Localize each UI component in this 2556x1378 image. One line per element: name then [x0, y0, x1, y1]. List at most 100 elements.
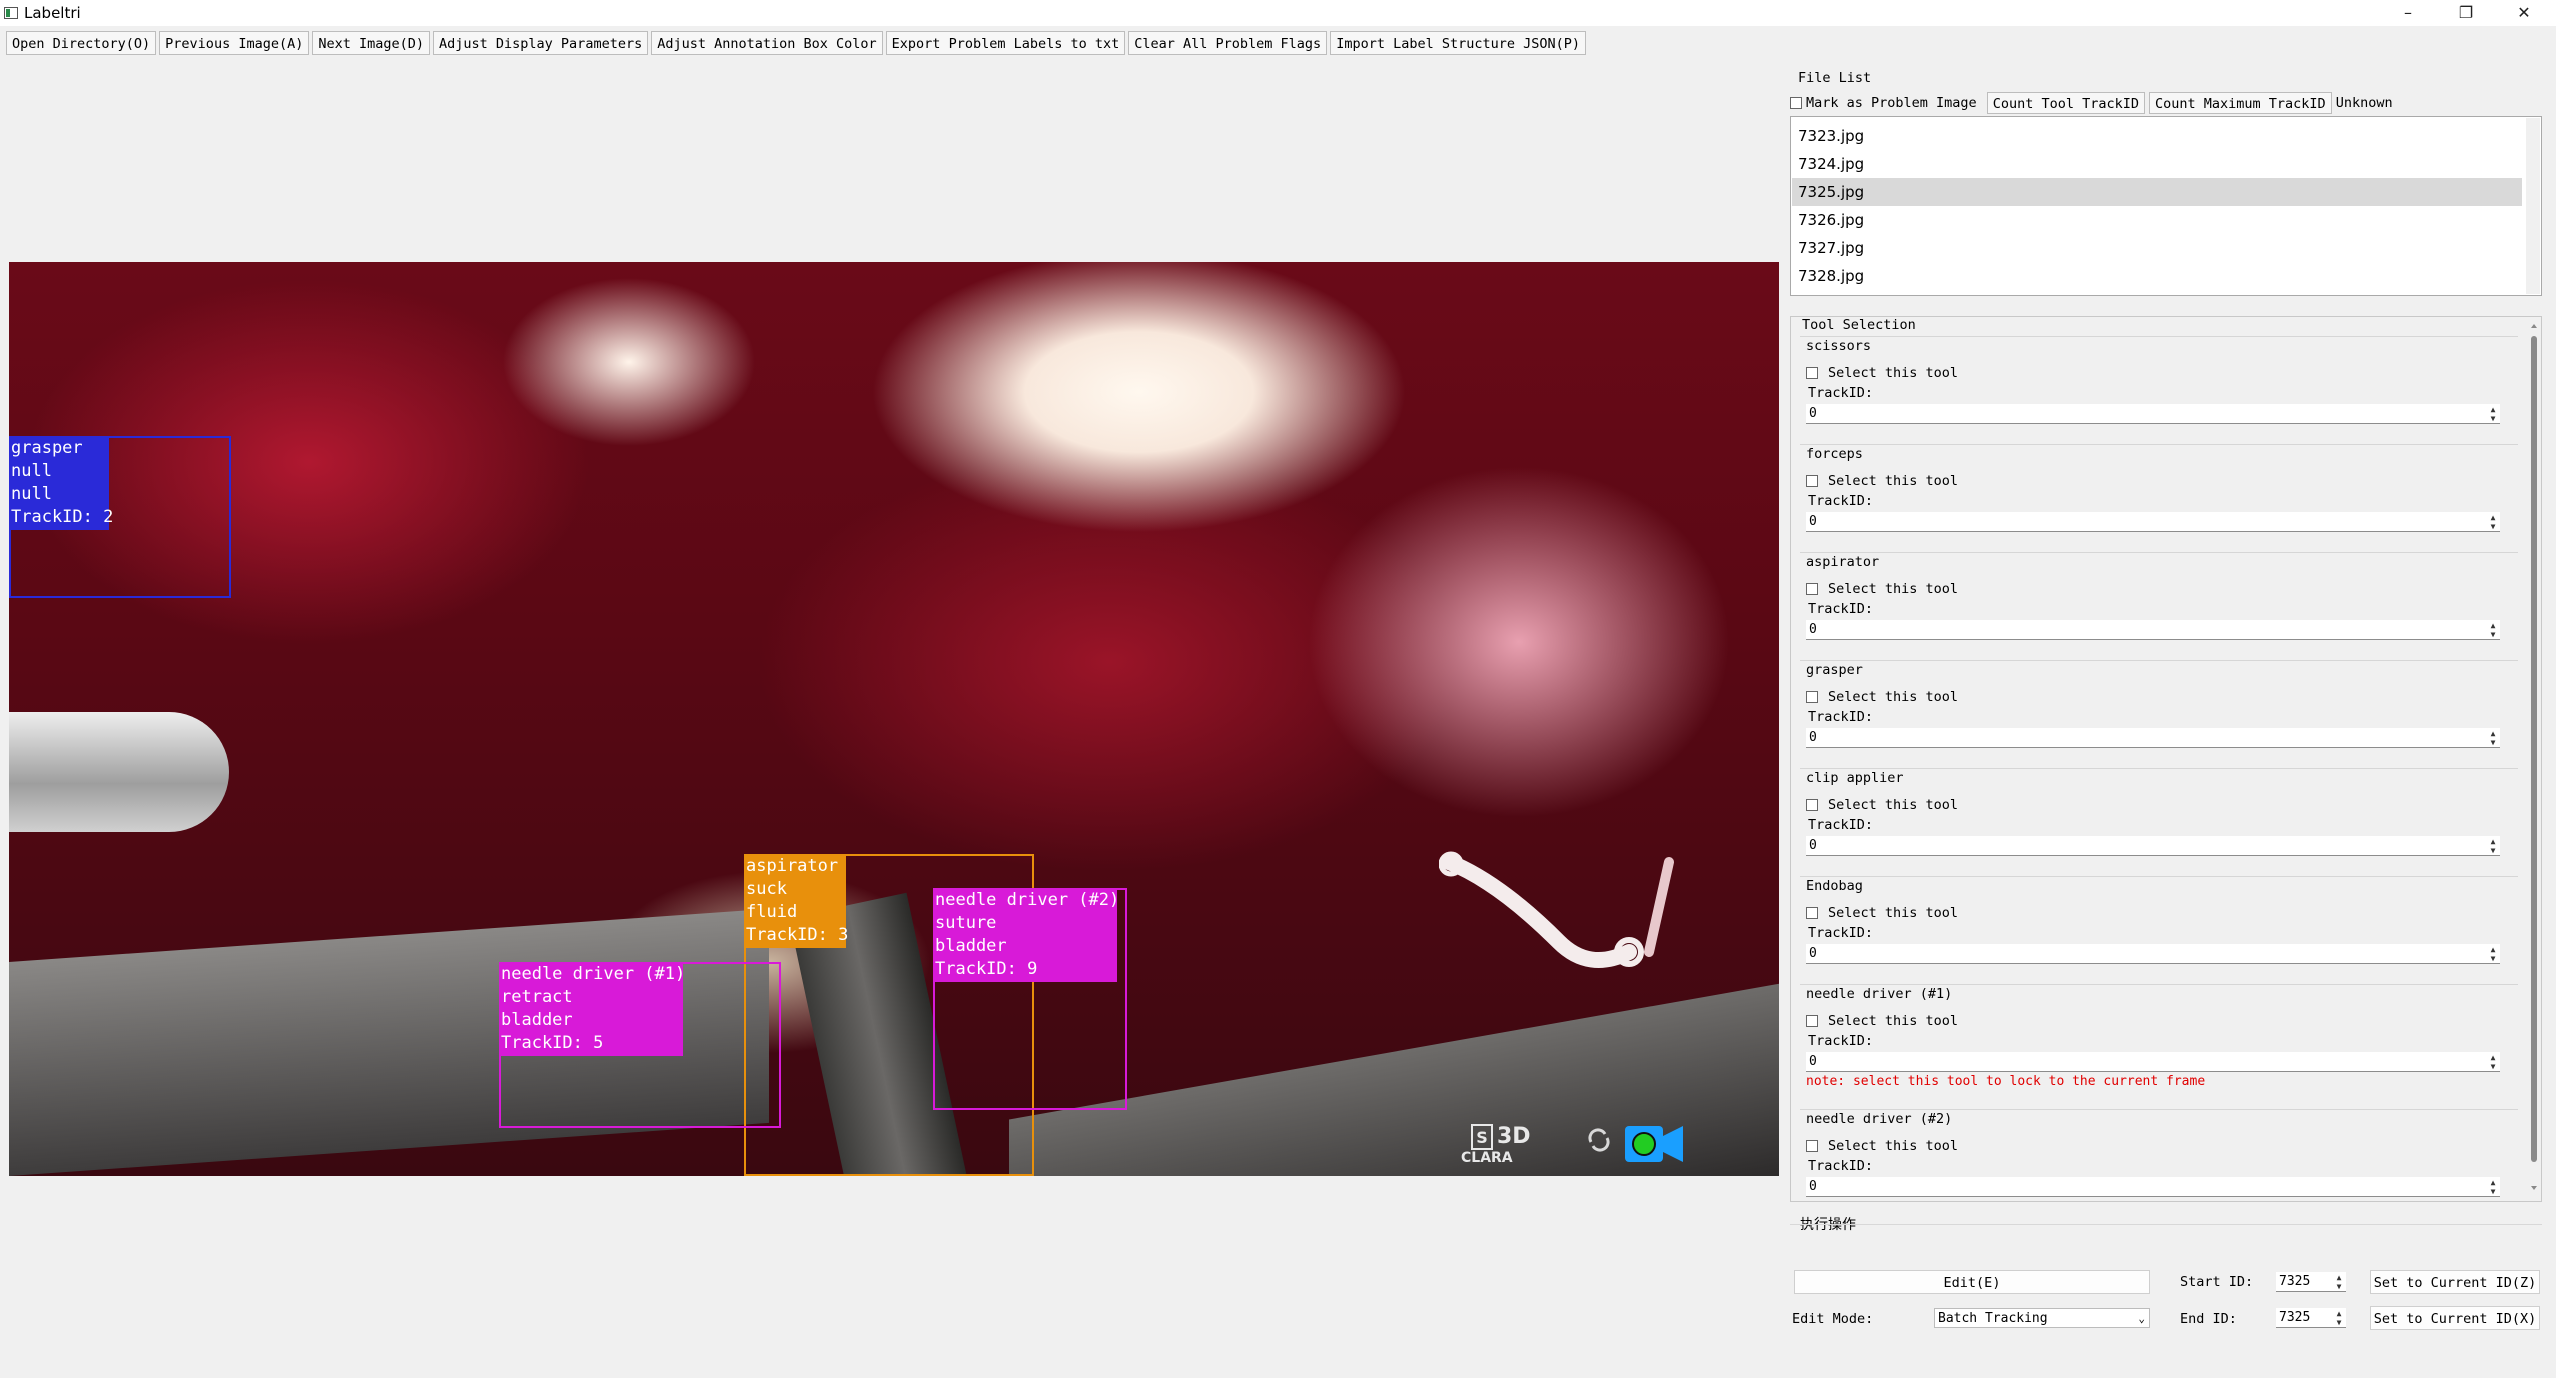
annotation-label-needle-driver-1: needle driver (#1) retract bladder Track…: [499, 962, 685, 1056]
close-icon[interactable]: ✕: [2496, 0, 2552, 26]
select-tool-label: Select this tool: [1828, 1013, 1959, 1029]
spin-arrows-icon[interactable]: ▲ ▼: [2488, 729, 2498, 747]
file-item-selected[interactable]: 7325.jpg: [1792, 178, 2522, 206]
file-list-title: File List: [1798, 70, 1872, 86]
select-tool-checkbox[interactable]: [1806, 367, 1818, 379]
set-start-current-button[interactable]: Set to Current ID(Z): [2370, 1270, 2540, 1294]
trackid-label: TrackID:: [1808, 925, 1874, 941]
trackid-spinbox[interactable]: 0 ▲ ▼: [1806, 1177, 2500, 1197]
spin-arrows-icon[interactable]: ▲ ▼: [2488, 1053, 2498, 1071]
app-icon: [4, 7, 18, 19]
trackid-spinbox[interactable]: 0 ▲ ▼: [1806, 404, 2500, 424]
tool-name-label: Endobag: [1806, 878, 1863, 894]
annotation-box-needle-driver-1[interactable]: needle driver (#1) retract bladder Track…: [499, 962, 781, 1128]
spin-arrows-icon[interactable]: ▲ ▼: [2488, 945, 2498, 963]
tool-divider: [1800, 984, 2518, 985]
tool-panel-scrollbar[interactable]: [2528, 320, 2540, 1200]
trackid-spinbox[interactable]: 0 ▲ ▼: [1806, 836, 2500, 856]
spin-arrows-icon[interactable]: ▲ ▼: [2488, 837, 2498, 855]
image-canvas[interactable]: S 3D CLARA grasper null null TrackID: 2 …: [9, 262, 1779, 1176]
tool-name-label: needle driver (#2): [1806, 1111, 1953, 1127]
start-id-label: Start ID:: [2180, 1274, 2254, 1290]
spin-arrows-icon[interactable]: ▲ ▼: [2334, 1309, 2344, 1327]
set-end-current-button[interactable]: Set to Current ID(X): [2370, 1306, 2540, 1330]
select-tool-checkbox[interactable]: [1806, 799, 1818, 811]
edit-mode-select[interactable]: Batch Tracking ⌄: [1934, 1308, 2150, 1328]
file-item[interactable]: 7327.jpg: [1792, 234, 2522, 262]
tool-name-label: forceps: [1806, 446, 1863, 462]
next-image-button[interactable]: Next Image(D): [312, 31, 431, 55]
spin-arrows-icon[interactable]: ▲ ▼: [2488, 513, 2498, 531]
tool-name-label: clip applier: [1806, 770, 1904, 786]
tool-divider: [1800, 444, 2518, 445]
file-item[interactable]: 7328.jpg: [1792, 262, 2522, 290]
trackid-label: TrackID:: [1808, 601, 1874, 617]
maximize-icon[interactable]: ❐: [2438, 0, 2494, 26]
lock-frame-note: note: select this tool to lock to the cu…: [1806, 1074, 2206, 1089]
trackid-label: TrackID:: [1808, 1158, 1874, 1174]
trackid-spinbox[interactable]: 0 ▲ ▼: [1806, 620, 2500, 640]
adjust-box-color-button[interactable]: Adjust Annotation Box Color: [651, 31, 883, 55]
camera-icon: [1625, 1126, 1683, 1162]
trackid-value: 0: [1809, 946, 1817, 961]
s-logo-icon: S: [1471, 1124, 1493, 1150]
tool-divider: [1800, 660, 2518, 661]
import-label-json-button[interactable]: Import Label Structure JSON(P): [1330, 31, 1587, 55]
previous-image-button[interactable]: Previous Image(A): [159, 31, 310, 55]
tool-name-label: scissors: [1806, 338, 1872, 354]
trackid-spinbox[interactable]: 0 ▲ ▼: [1806, 944, 2500, 964]
file-item[interactable]: 7324.jpg: [1792, 150, 2522, 178]
trackid-label: TrackID:: [1808, 709, 1874, 725]
annotation-box-needle-driver-2[interactable]: needle driver (#2) suture bladder TrackI…: [933, 888, 1127, 1110]
spin-arrows-icon[interactable]: ▲ ▼: [2334, 1273, 2344, 1291]
tool-divider: [1800, 552, 2518, 553]
export-problem-labels-button[interactable]: Export Problem Labels to txt: [885, 31, 1126, 55]
trackid-label: TrackID:: [1808, 1033, 1874, 1049]
select-tool-checkbox[interactable]: [1806, 475, 1818, 487]
file-item[interactable]: 7326.jpg: [1792, 206, 2522, 234]
select-tool-checkbox[interactable]: [1806, 1140, 1818, 1152]
unknown-label: Unknown: [2335, 95, 2393, 111]
chevron-down-icon: ⌄: [2138, 1312, 2145, 1325]
spin-arrows-icon[interactable]: ▲ ▼: [2488, 405, 2498, 423]
logo-3d-text: 3D: [1497, 1124, 1531, 1149]
select-tool-label: Select this tool: [1828, 905, 1959, 921]
select-tool-label: Select this tool: [1828, 581, 1959, 597]
tool-divider: [1800, 1109, 2518, 1110]
start-id-spinbox[interactable]: 7325 ▲ ▼: [2276, 1272, 2346, 1292]
file-item[interactable]: 7323.jpg: [1792, 122, 2522, 150]
edit-button[interactable]: Edit(E): [1794, 1270, 2150, 1294]
clear-problem-flags-button[interactable]: Clear All Problem Flags: [1128, 31, 1328, 55]
trackid-label: TrackID:: [1808, 385, 1874, 401]
trackid-value: 0: [1809, 406, 1817, 421]
count-max-trackid-button[interactable]: Count Maximum TrackID: [2149, 92, 2332, 114]
tool-selection-title: Tool Selection: [1802, 317, 1916, 333]
edit-mode-value: Batch Tracking: [1938, 1311, 2048, 1326]
select-tool-checkbox[interactable]: [1806, 691, 1818, 703]
end-id-value: 7325: [2279, 1310, 2311, 1325]
minimize-icon[interactable]: –: [2380, 0, 2436, 26]
select-tool-checkbox[interactable]: [1806, 907, 1818, 919]
file-list[interactable]: 7323.jpg 7324.jpg 7325.jpg 7326.jpg 7327…: [1790, 116, 2542, 296]
adjust-display-button[interactable]: Adjust Display Parameters: [433, 31, 649, 55]
select-tool-checkbox[interactable]: [1806, 583, 1818, 595]
tool-divider: [1800, 768, 2518, 769]
spin-arrows-icon[interactable]: ▲ ▼: [2488, 621, 2498, 639]
trackid-spinbox[interactable]: 0 ▲ ▼: [1806, 728, 2500, 748]
spin-arrows-icon[interactable]: ▲ ▼: [2488, 1178, 2498, 1196]
problem-image-row: Mark as Problem Image Count Tool TrackID…: [1790, 92, 2393, 114]
annotation-box-grasper[interactable]: grasper null null TrackID: 2: [9, 436, 231, 598]
end-id-label: End ID:: [2180, 1311, 2237, 1327]
mark-problem-checkbox[interactable]: [1790, 97, 1802, 109]
trackid-spinbox[interactable]: 0 ▲ ▼: [1806, 1052, 2500, 1072]
select-tool-label: Select this tool: [1828, 1138, 1959, 1154]
file-list-scrollbar[interactable]: [2526, 118, 2540, 294]
trackid-spinbox[interactable]: 0 ▲ ▼: [1806, 512, 2500, 532]
select-tool-checkbox[interactable]: [1806, 1015, 1818, 1027]
select-tool-label: Select this tool: [1828, 689, 1959, 705]
count-trackid-button[interactable]: Count Tool TrackID: [1986, 92, 2145, 114]
open-directory-button[interactable]: Open Directory(O): [6, 31, 157, 55]
end-id-spinbox[interactable]: 7325 ▲ ▼: [2276, 1308, 2346, 1328]
select-tool-label: Select this tool: [1828, 797, 1959, 813]
annotation-label-needle-driver-2: needle driver (#2) suture bladder TrackI…: [933, 888, 1119, 982]
